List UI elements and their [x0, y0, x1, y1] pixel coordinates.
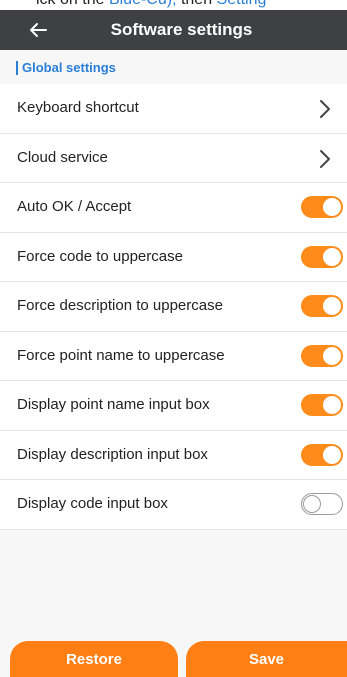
toggle-knob — [323, 297, 341, 315]
display-point-name-input-toggle[interactable] — [301, 394, 343, 416]
row-label: Display code input box — [17, 495, 168, 512]
row-label: Force description to uppercase — [17, 297, 223, 314]
row-label: Auto OK / Accept — [17, 198, 132, 215]
header-bar: Software settings — [0, 10, 347, 50]
force-description-uppercase-toggle[interactable] — [301, 295, 343, 317]
page-title: Software settings — [110, 20, 253, 39]
row-label: Display point name input box — [17, 396, 210, 413]
row-label: Force code to uppercase — [17, 247, 183, 265]
row-label: Cloud service — [17, 148, 108, 166]
toggle-knob — [323, 198, 341, 216]
toggle-knob — [303, 494, 321, 513]
instruction-text-prefix: ick on the — [36, 0, 109, 8]
instruction-link-2: Setting — [217, 0, 267, 8]
row-keyboard-shortcut[interactable]: Keyboard shortcut — [0, 84, 347, 134]
row-display-code-input: Display code input box — [0, 480, 347, 530]
toggle-knob — [323, 396, 341, 414]
save-button[interactable]: Save — [186, 641, 347, 677]
toggle-knob — [323, 247, 341, 266]
row-auto-ok-accept: Auto OK / Accept — [0, 183, 347, 233]
force-code-uppercase-toggle[interactable] — [301, 245, 343, 268]
row-display-point-name-input: Display point name input box — [0, 381, 347, 431]
display-description-input-toggle[interactable] — [301, 443, 343, 466]
row-label: Force point name to uppercase — [17, 346, 225, 364]
restore-button[interactable]: Restore — [10, 641, 178, 677]
section-header: Global settings — [0, 50, 347, 84]
row-force-code-uppercase: Force code to uppercase — [0, 232, 347, 282]
toggle-knob — [323, 346, 341, 365]
settings-list: Keyboard shortcut Cloud service Auto OK … — [0, 84, 347, 530]
section-accent-bar — [16, 61, 18, 75]
software-settings-screen: ick on the Blue-Cu), then Setting Softwa… — [0, 0, 347, 677]
display-code-input-toggle[interactable] — [301, 493, 343, 515]
force-point-name-uppercase-toggle[interactable] — [301, 344, 343, 367]
chevron-right-icon — [320, 149, 330, 168]
row-display-description-input: Display description input box — [0, 430, 347, 480]
chevron-right-icon — [320, 100, 330, 118]
auto-ok-toggle[interactable] — [301, 196, 343, 218]
row-cloud-service[interactable]: Cloud service — [0, 133, 347, 183]
cropped-instruction-text: ick on the Blue-Cu), then Setting — [0, 0, 347, 10]
row-label: Keyboard shortcut — [17, 99, 139, 116]
instruction-text-middle: then — [177, 0, 217, 8]
row-force-description-uppercase: Force description to uppercase — [0, 282, 347, 332]
toggle-knob — [323, 445, 341, 464]
row-label: Display description input box — [17, 445, 208, 463]
row-force-point-name-uppercase: Force point name to uppercase — [0, 331, 347, 381]
section-label: Global settings — [22, 60, 116, 75]
instruction-link-1: Blue-Cu), — [109, 0, 177, 8]
